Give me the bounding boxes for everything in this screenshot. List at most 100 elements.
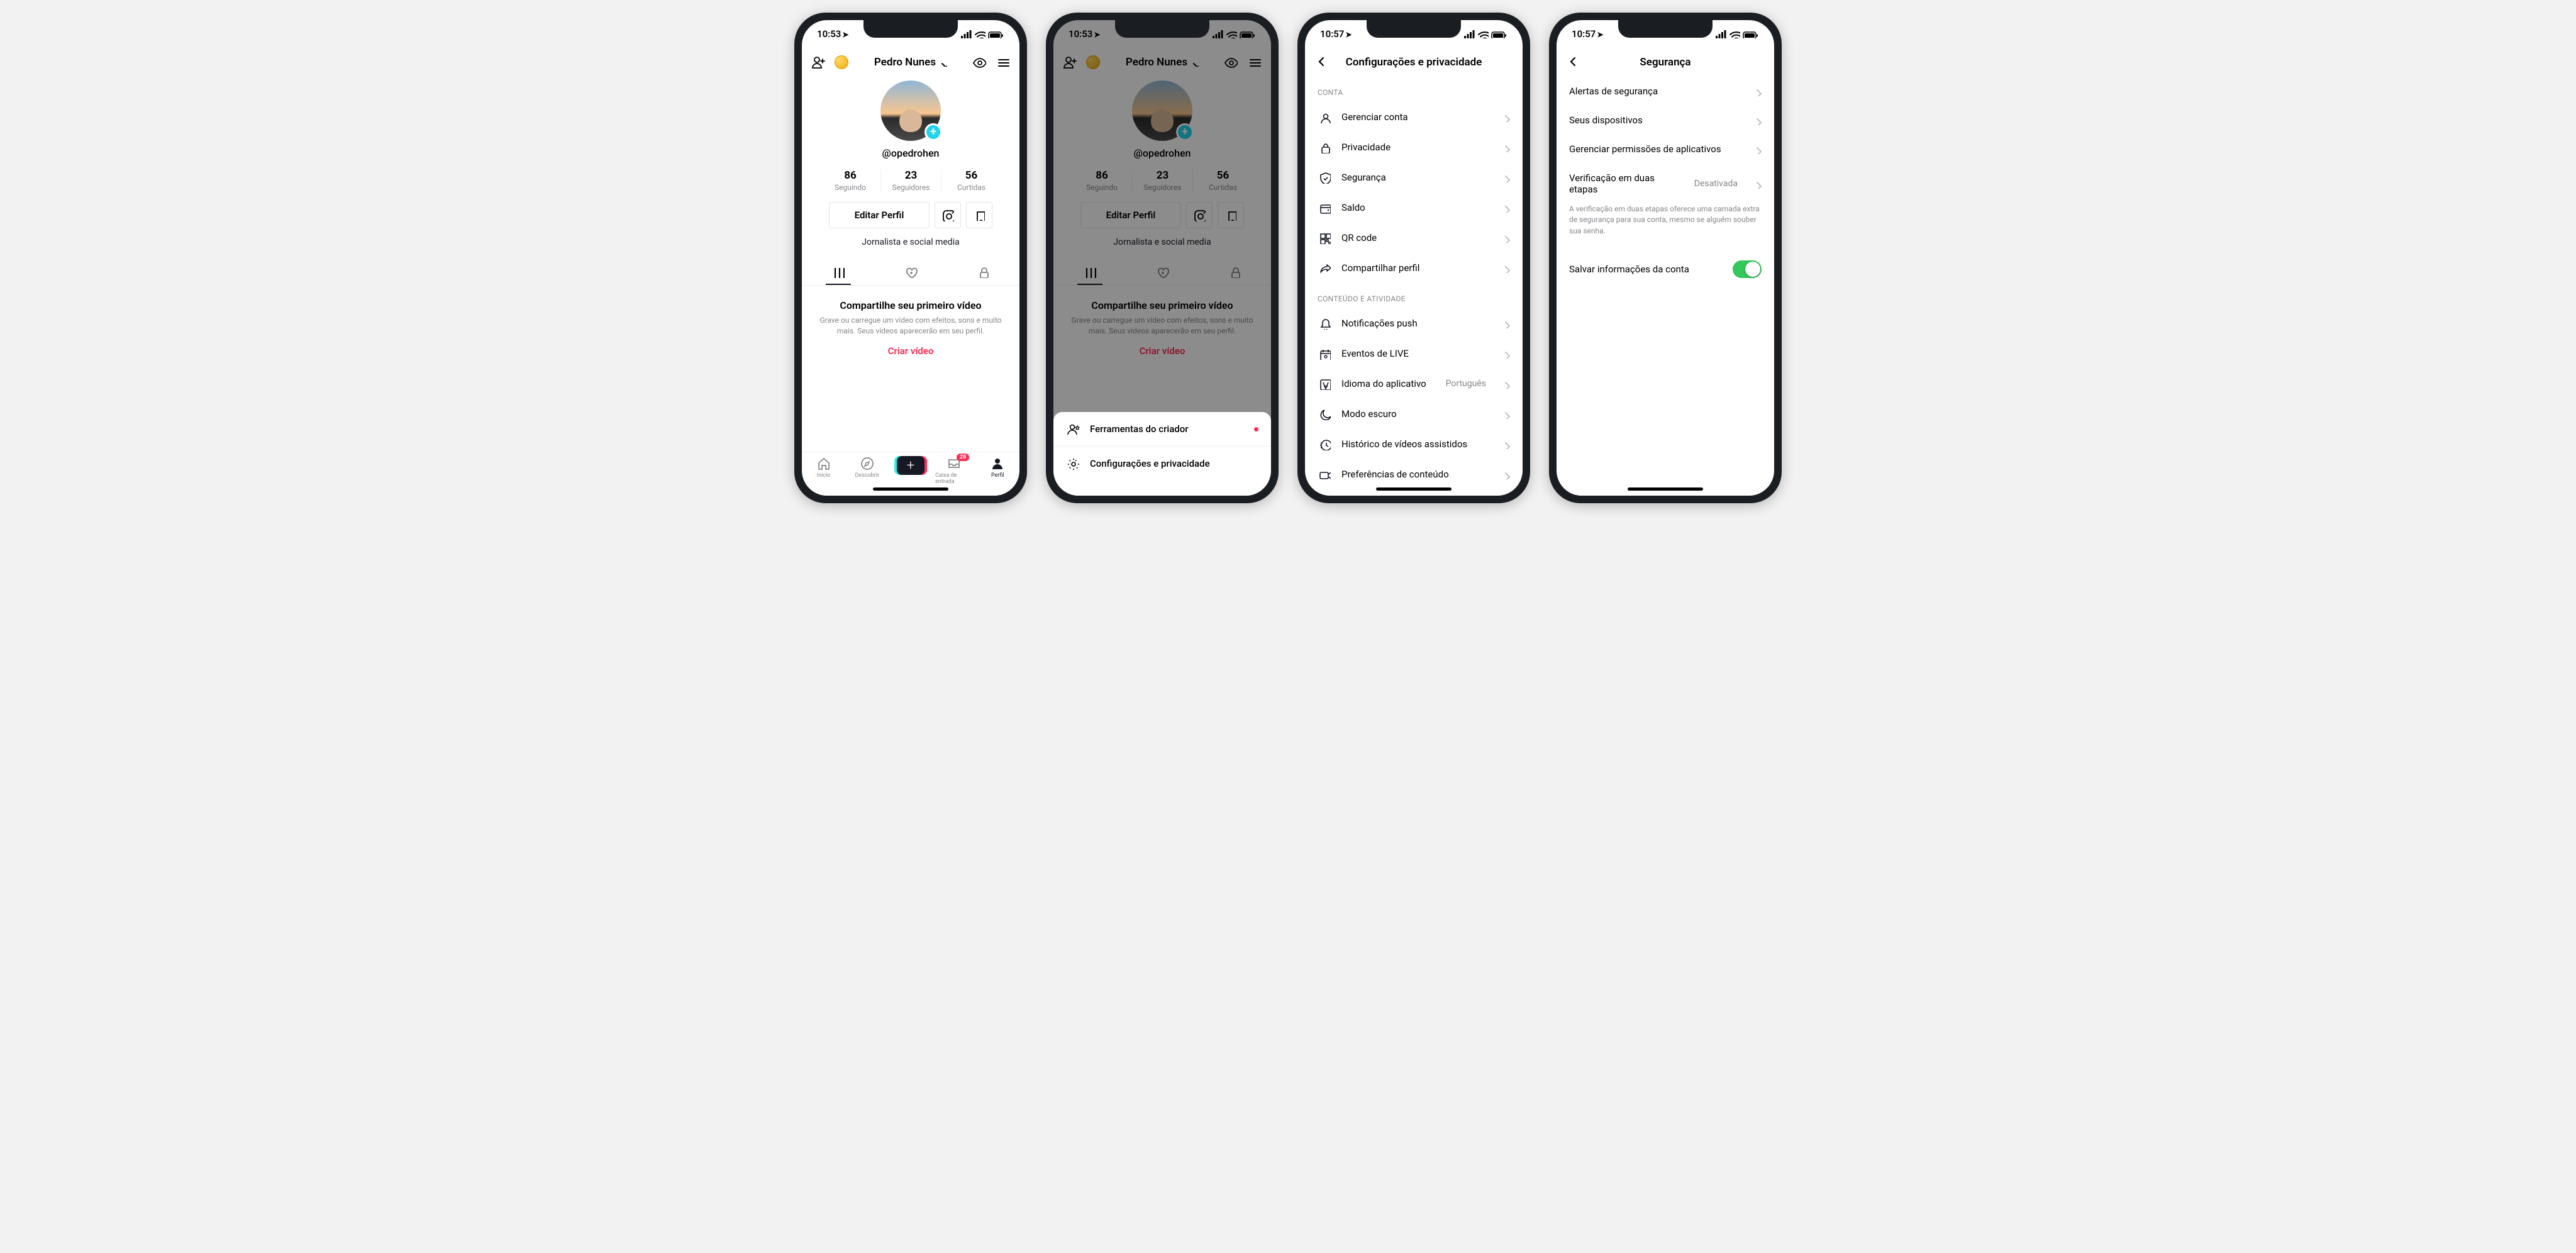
wifi-icon (1477, 30, 1489, 38)
row-app-language[interactable]: Idioma do aplicativo Português (1305, 369, 1523, 399)
tab-liked[interactable] (874, 259, 947, 285)
phone-3: 10:57➤ Configurações e privacidade CONTA… (1297, 13, 1530, 503)
chevron-right-icon (1500, 409, 1510, 419)
gear-icon (1066, 457, 1080, 471)
tab-private[interactable] (947, 259, 1019, 285)
phone-2: 10:53➤ Pedro Nunes (1046, 13, 1279, 503)
tab-home[interactable]: Início (805, 456, 843, 479)
row-share-profile[interactable]: Compartilhar perfil (1305, 253, 1523, 283)
chevron-right-icon (1752, 115, 1762, 125)
row-dark-mode[interactable]: Modo escuro (1305, 399, 1523, 429)
video-icon (1318, 468, 1331, 481)
chevron-right-icon (1752, 86, 1762, 96)
wallet-icon (1318, 201, 1331, 214)
signal-icon (960, 30, 972, 38)
row-balance[interactable]: Saldo (1305, 192, 1523, 223)
lock-icon (1318, 141, 1331, 153)
notch (863, 20, 958, 38)
tab-inbox[interactable]: 28 Caixa de entrada (935, 456, 973, 485)
sheet-creator-tools[interactable]: Ferramentas do criador (1053, 412, 1271, 446)
battery-icon (988, 30, 1004, 38)
eye-icon[interactable] (972, 55, 987, 70)
section-content: CONTEÚDO E ATIVIDADE (1305, 283, 1523, 308)
location-arrow-icon: ➤ (1597, 30, 1603, 39)
chevron-right-icon (1500, 379, 1510, 389)
bio-text: Jornalista e social media (862, 237, 959, 247)
row-two-step[interactable]: Verificação em duas etapas Desativada (1557, 164, 1774, 204)
profile-icon (990, 456, 1005, 471)
calendar-icon (1318, 347, 1331, 360)
avatar[interactable]: + (880, 81, 941, 141)
section-account: CONTA (1305, 77, 1523, 102)
chevron-right-icon (1752, 179, 1762, 189)
row-app-permissions[interactable]: Gerenciar permissões de aplicativos (1557, 135, 1774, 164)
status-time: 10:57➤ (1572, 28, 1603, 40)
create-video-link[interactable]: Criar vídeo (819, 345, 1002, 357)
profile-tabs (802, 259, 1019, 286)
notch (1367, 20, 1461, 38)
row-watch-history[interactable]: Histórico de vídeos assistidos (1305, 429, 1523, 459)
user-icon (1318, 111, 1331, 123)
page-title: Configurações e privacidade (1314, 56, 1514, 69)
chevron-right-icon (1500, 142, 1510, 152)
stat-likes[interactable]: 56 Curtidas (941, 169, 1001, 192)
row-live-events[interactable]: Eventos de LIVE (1305, 338, 1523, 369)
language-value: Português (1446, 379, 1486, 389)
profile-name-dropdown[interactable]: Pedro Nunes (874, 56, 947, 69)
compass-icon (860, 456, 875, 471)
avatar-add-icon[interactable]: + (924, 123, 942, 141)
row-push-notifications[interactable]: Notificações push (1305, 308, 1523, 338)
coin-icon[interactable] (835, 55, 848, 69)
row-security[interactable]: Segurança (1305, 162, 1523, 192)
row-content-preferences[interactable]: Preferências de conteúdo (1305, 459, 1523, 489)
phone-1: 10:53➤ Pedro Nunes (794, 13, 1027, 503)
tab-create[interactable]: + (892, 456, 930, 475)
tab-posts[interactable] (802, 259, 874, 285)
history-icon (1318, 438, 1331, 450)
battery-icon (1491, 30, 1507, 38)
chevron-right-icon (1500, 263, 1510, 273)
home-indicator (1376, 487, 1452, 491)
language-icon (1318, 377, 1331, 390)
row-security-alerts[interactable]: Alertas de segurança (1557, 77, 1774, 106)
notification-dot-icon (1254, 427, 1258, 432)
security-list[interactable]: Alertas de segurança Seus dispositivos G… (1557, 77, 1774, 496)
row-your-devices[interactable]: Seus dispositivos (1557, 106, 1774, 135)
notch (1115, 20, 1209, 38)
qr-icon (1318, 231, 1331, 244)
add-friend-icon[interactable] (811, 55, 826, 70)
menu-icon[interactable] (996, 55, 1011, 70)
signal-icon (1715, 30, 1726, 38)
security-header: Segurança (1557, 48, 1774, 77)
bookmark-button[interactable] (966, 202, 992, 228)
sheet-settings-privacy[interactable]: Configurações e privacidade (1053, 446, 1271, 481)
stat-followers[interactable]: 23 Seguidores (880, 169, 941, 192)
settings-list[interactable]: CONTA Gerenciar conta Privacidade Segura… (1305, 77, 1523, 496)
home-indicator (873, 487, 948, 491)
chevron-right-icon (1752, 144, 1762, 154)
tab-profile[interactable]: Perfil (979, 456, 1016, 479)
chevron-right-icon (1500, 203, 1510, 213)
username: @opedrohen (882, 147, 940, 159)
create-button-icon: + (897, 456, 924, 475)
two-step-description: A verificação em duas etapas oferece uma… (1557, 204, 1774, 242)
chevron-right-icon (1500, 469, 1510, 479)
instagram-button[interactable] (935, 202, 961, 228)
home-icon (816, 456, 831, 471)
chevron-right-icon (1500, 318, 1510, 328)
page-title: Segurança (1565, 56, 1765, 69)
chevron-right-icon (1500, 112, 1510, 122)
empty-subtitle: Grave ou carregue um vídeo com efeitos, … (819, 315, 1002, 337)
edit-profile-button[interactable]: Editar Perfil (829, 202, 930, 228)
row-save-account-info[interactable]: Salvar informações da conta (1557, 252, 1774, 287)
stat-following[interactable]: 86 Seguindo (820, 169, 880, 192)
tab-discover[interactable]: Descobrir (848, 456, 886, 479)
chevron-right-icon (1500, 439, 1510, 449)
save-info-toggle[interactable] (1733, 260, 1762, 278)
empty-title: Compartilhe seu primeiro vídeo (819, 299, 1002, 311)
row-privacy[interactable]: Privacidade (1305, 132, 1523, 162)
row-qr-code[interactable]: QR code (1305, 223, 1523, 253)
row-manage-account[interactable]: Gerenciar conta (1305, 102, 1523, 132)
location-arrow-icon: ➤ (1345, 30, 1352, 39)
status-time: 10:57➤ (1320, 28, 1352, 40)
